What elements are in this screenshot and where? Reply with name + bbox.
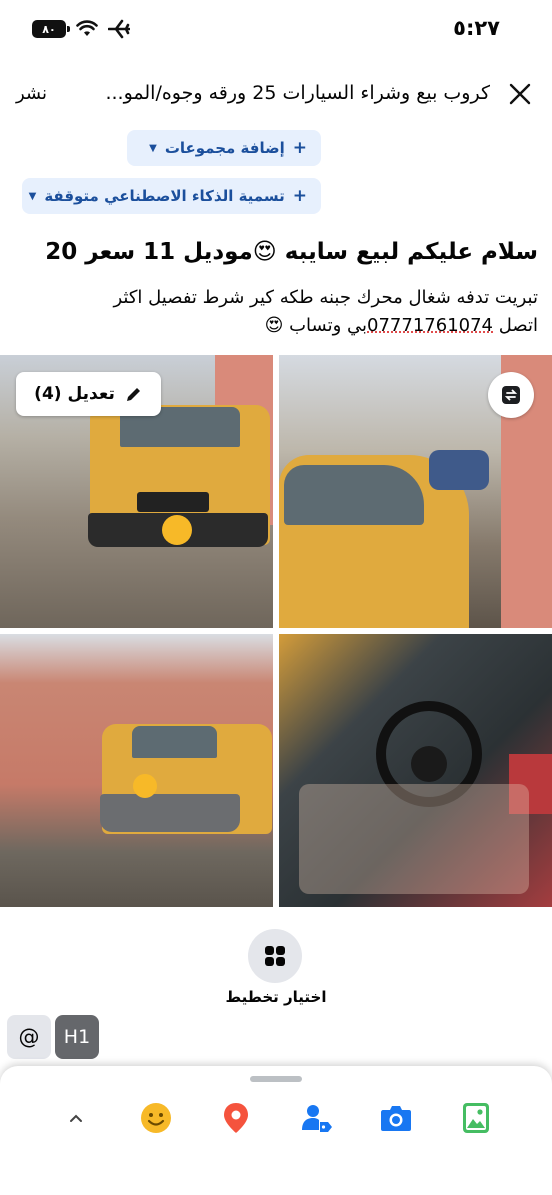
- add-groups-button[interactable]: + إضافة مجموعات ▼: [127, 130, 321, 166]
- photo-car-rear[interactable]: [0, 634, 273, 907]
- camera-button[interactable]: [376, 1098, 416, 1138]
- edit-photos-button[interactable]: تعديل (4): [16, 372, 161, 416]
- ai-label-button[interactable]: + تسمية الذكاء الاصطناعي متوقفة ▼: [22, 178, 321, 214]
- swap-icon: [502, 386, 520, 404]
- plus-icon: +: [292, 138, 307, 158]
- caret-down-icon: ▼: [149, 142, 157, 154]
- plus-icon: +: [292, 186, 307, 206]
- phone-number: 07771761074: [367, 315, 494, 336]
- swap-photos-button[interactable]: [488, 372, 534, 418]
- caret-down-icon: ▼: [28, 190, 37, 202]
- photo-video-button[interactable]: [456, 1098, 496, 1138]
- close-icon: [509, 83, 531, 105]
- pencil-icon: [126, 388, 140, 401]
- post-body-prefix: اتصل: [493, 315, 538, 336]
- choose-layout-label: اختيار تخطيط: [225, 988, 327, 1006]
- heading-button[interactable]: H1: [55, 1015, 99, 1059]
- steering-wheel-graphic: [299, 701, 552, 894]
- airplane-icon: [108, 19, 130, 39]
- check-in-button[interactable]: [216, 1098, 256, 1138]
- ai-label-text: تسمية الذكاء الاصطناعي متوقفة: [44, 187, 285, 205]
- tray-handle[interactable]: [250, 1076, 302, 1082]
- post-body-suffix: بي وتساب 😍: [264, 315, 368, 336]
- emoji-icon: [141, 1103, 171, 1133]
- choose-layout-button[interactable]: [248, 929, 302, 983]
- photo-car-interior[interactable]: [279, 634, 552, 907]
- grid-icon: [265, 946, 285, 966]
- battery-level: ٨٠: [42, 22, 56, 36]
- post-body[interactable]: تبريت تدفه شغال محرك جبنه طكه كير شرط تف…: [14, 284, 539, 340]
- feeling-button[interactable]: [136, 1098, 176, 1138]
- post-body-line1: تبريت تدفه شغال محرك جبنه طكه كير شرط تف…: [113, 287, 539, 308]
- expand-tray-button[interactable]: [56, 1098, 96, 1138]
- tag-people-icon: [302, 1105, 332, 1132]
- wifi-icon: [76, 20, 98, 36]
- chevron-up-icon: [70, 1114, 82, 1122]
- post-title[interactable]: سلام عليكم لبيع سايبه 😍موديل 11 سعر 20: [18, 234, 538, 270]
- attachment-tray: [0, 1066, 552, 1195]
- close-button[interactable]: [502, 76, 538, 112]
- photo-icon: [463, 1103, 489, 1133]
- tray-icons: [0, 1098, 552, 1138]
- group-title: كروب بيع وشراء السيارات 25 ورقه وجوه/الم…: [105, 82, 490, 104]
- add-groups-label: إضافة مجموعات: [164, 139, 285, 157]
- status-time: ٥:٢٧: [453, 16, 500, 40]
- post-body-line2: اتصل 07771761074بي وتساب 😍: [14, 312, 538, 340]
- status-bar: ٥:٢٧ ٨٠: [0, 0, 552, 60]
- camera-icon: [381, 1106, 411, 1131]
- mention-button[interactable]: @: [7, 1015, 51, 1059]
- composer-header: كروب بيع وشراء السيارات 25 ورقه وجوه/الم…: [0, 66, 552, 126]
- edit-photos-label: تعديل (4): [34, 384, 115, 404]
- battery-icon: ٨٠: [32, 20, 70, 38]
- status-icons: ٨٠: [32, 19, 130, 39]
- post-button[interactable]: نشر: [16, 83, 47, 104]
- tag-people-button[interactable]: [297, 1098, 337, 1138]
- location-icon: [224, 1103, 248, 1133]
